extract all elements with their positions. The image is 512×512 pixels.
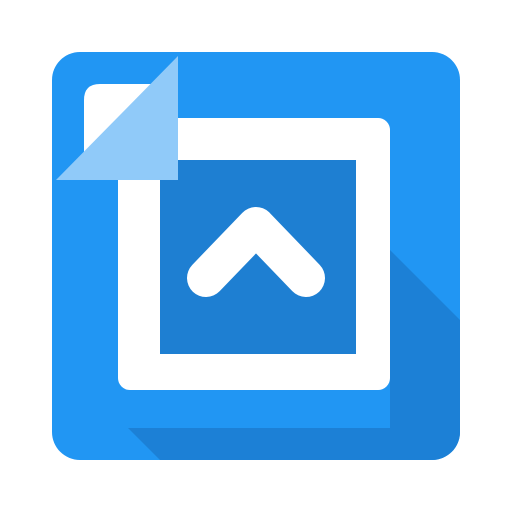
app-icon[interactable] xyxy=(0,0,512,512)
app-icon-graphic xyxy=(52,52,460,460)
